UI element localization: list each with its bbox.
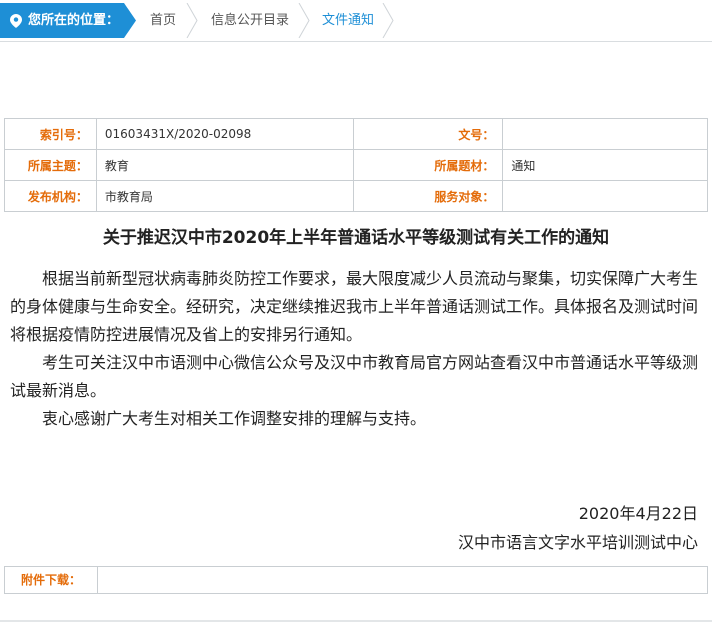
- breadcrumb-home[interactable]: 首页: [150, 3, 176, 38]
- article-paragraph: 根据当前新型冠状病毒肺炎防控工作要求，最大限度减少人员流动与聚集，切实保障广大考…: [10, 269, 699, 344]
- index-value: 01603431X/2020-02098: [95, 118, 354, 150]
- meta-row: 所属主题： 教育 所属题材： 通知: [4, 149, 708, 181]
- article-paragraph: 衷心感谢广大考生对相关工作调整安排的理解与支持。: [42, 409, 427, 428]
- footer-divider: [0, 620, 712, 622]
- meta-row: 发布机构： 市教育局 服务对象：: [4, 180, 708, 212]
- attachment-label: 附件下载：: [5, 567, 98, 593]
- target-label: 服务对象：: [352, 180, 504, 212]
- breadcrumb-separator-icon: [382, 3, 394, 38]
- category-label: 所属题材：: [352, 149, 504, 181]
- docno-value: [502, 118, 708, 150]
- article-title: 关于推迟汉中市2020年上半年普通话水平等级测试有关工作的通知: [102, 228, 610, 248]
- breadcrumb-separator-icon: [298, 3, 310, 38]
- location-label-box: 您所在的位置：: [0, 3, 140, 38]
- target-value: [502, 180, 708, 212]
- topic-label: 所属主题：: [4, 149, 97, 181]
- document-meta-table: 索引号： 01603431X/2020-02098 文号： 所属主题： 教育 所…: [4, 118, 708, 212]
- breadcrumb: 您所在的位置： 首页 信息公开目录 文件通知: [0, 0, 712, 42]
- article-date: 2020年4月22日: [578, 504, 698, 523]
- location-label: 您所在的位置：: [28, 13, 120, 28]
- category-value: 通知: [502, 149, 708, 181]
- location-pin-icon: [10, 14, 22, 28]
- article-paragraph: 考生可关注汉中市语测中心微信公众号及汉中市教育局官方网站查看汉中市普通话水平等级…: [10, 353, 699, 400]
- index-label: 索引号：: [4, 118, 97, 150]
- docno-label: 文号：: [352, 118, 504, 150]
- topic-value: 教育: [95, 149, 354, 181]
- org-label: 发布机构：: [4, 180, 97, 212]
- meta-row: 索引号： 01603431X/2020-02098 文号：: [4, 118, 708, 150]
- breadcrumb-catalog[interactable]: 信息公开目录: [211, 3, 289, 38]
- breadcrumb-separator-icon: [186, 3, 198, 38]
- breadcrumb-current[interactable]: 文件通知: [322, 3, 374, 38]
- article-signer: 汉中市语言文字水平培训测试中心: [457, 533, 698, 552]
- attachment-row: 附件下载：: [4, 566, 708, 594]
- org-value: 市教育局: [95, 180, 354, 212]
- article-body: 根据当前新型冠状病毒肺炎防控工作要求，最大限度减少人员流动与聚集，切实保障广大考…: [10, 265, 702, 433]
